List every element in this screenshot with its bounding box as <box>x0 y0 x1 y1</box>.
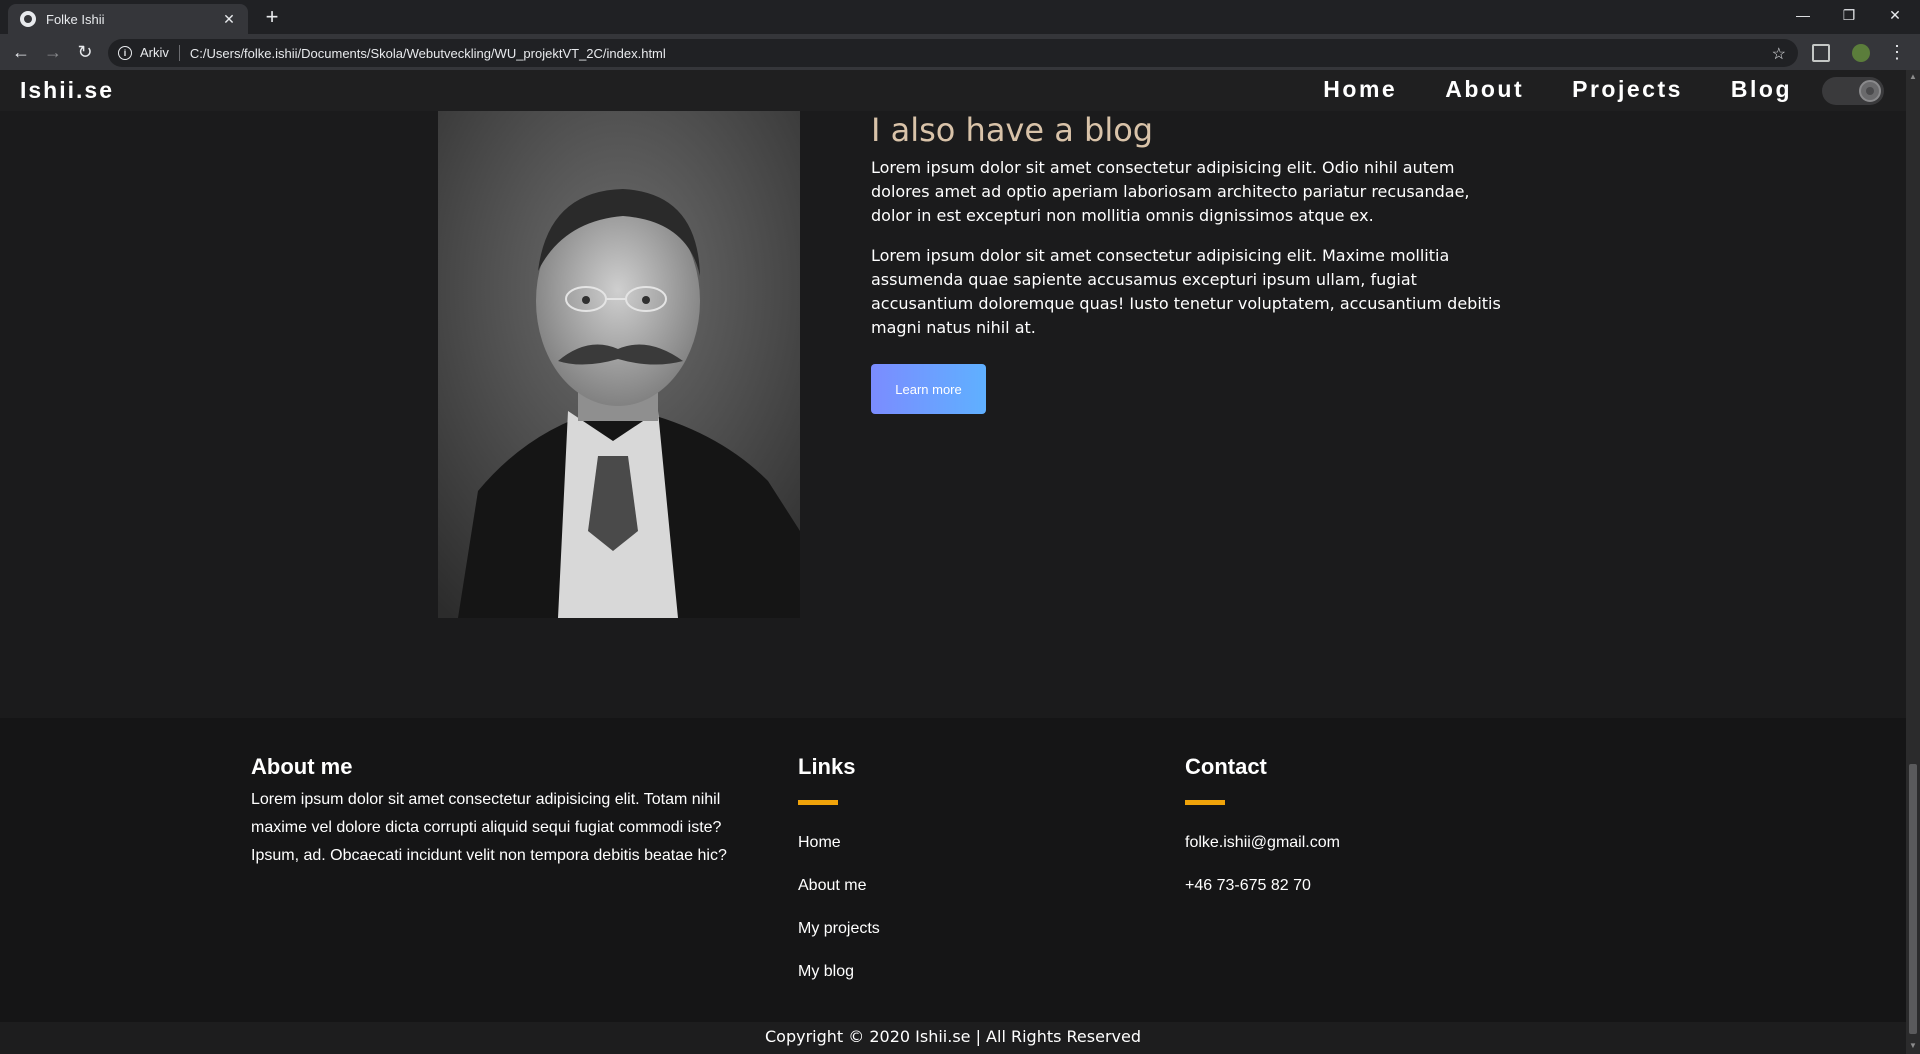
site-logo[interactable]: Ishii.se <box>20 77 114 104</box>
footer-contact-accent-bar <box>1185 800 1225 805</box>
tab-title: Folke Ishii <box>46 11 105 27</box>
reload-button[interactable]: ↻ <box>74 41 96 63</box>
new-tab-button[interactable]: + <box>260 5 284 29</box>
portrait-image <box>438 111 800 618</box>
copyright-bar: Copyright © 2020 Ishii.se | All Rights R… <box>0 1022 1906 1054</box>
copyright-text: Copyright © 2020 Ishii.se | All Rights R… <box>764 1027 1141 1046</box>
footer-link-home[interactable]: Home <box>798 834 841 852</box>
close-tab-icon[interactable]: ✕ <box>220 11 238 28</box>
footer-link-projects[interactable]: My projects <box>798 920 880 938</box>
footer-contact-heading: Contact <box>1185 754 1267 779</box>
portrait-photo <box>438 111 800 618</box>
page-scrollbar[interactable]: ▲ ▼ <box>1906 70 1920 1054</box>
nav-projects[interactable]: Projects <box>1572 76 1683 103</box>
nav-blog[interactable]: Blog <box>1731 76 1792 103</box>
footer-links-accent-bar <box>798 800 838 805</box>
nav-home[interactable]: Home <box>1323 76 1397 103</box>
scroll-up-arrow-icon[interactable]: ▲ <box>1909 72 1917 81</box>
page-viewport: Ishii.se Home About Projects Blog I also… <box>0 70 1906 1054</box>
address-bar[interactable]: i Arkiv C:/Users/folke.ishii/Documents/S… <box>108 39 1798 67</box>
learn-more-button[interactable]: Learn more <box>871 364 986 414</box>
bookmark-star-icon[interactable]: ☆ <box>1772 44 1786 64</box>
close-window-button[interactable]: ✕ <box>1872 0 1918 30</box>
footer-about-heading: About me <box>251 754 353 779</box>
file-chip[interactable]: Arkiv <box>140 45 180 61</box>
footer-email[interactable]: folke.ishii@gmail.com <box>1185 834 1340 852</box>
footer-link-about[interactable]: About me <box>798 877 866 895</box>
globe-icon <box>20 11 36 27</box>
site-navbar: Ishii.se Home About Projects Blog <box>0 70 1906 111</box>
blog-paragraph-1: Lorem ipsum dolor sit amet consectetur a… <box>871 158 1470 225</box>
footer-phone: +46 73-675 82 70 <box>1185 877 1311 894</box>
browser-toolbar: ← → ↻ i Arkiv C:/Users/folke.ishii/Docum… <box>0 34 1920 70</box>
extension-grid-icon[interactable] <box>1812 44 1830 62</box>
browser-tab[interactable]: Folke Ishii ✕ <box>8 4 248 34</box>
theme-toggle[interactable] <box>1822 77 1884 105</box>
scroll-thumb[interactable] <box>1909 764 1917 1034</box>
info-icon[interactable]: i <box>118 46 132 60</box>
footer-about-text: Lorem ipsum dolor sit amet consectetur a… <box>251 791 727 864</box>
site-nav-links: Home About Projects Blog <box>1275 76 1792 103</box>
url-text[interactable]: C:/Users/folke.ishii/Documents/Skola/Web… <box>190 46 666 61</box>
footer-links-heading: Links <box>798 754 856 779</box>
nav-about[interactable]: About <box>1445 76 1524 103</box>
toggle-knob-icon <box>1859 80 1881 102</box>
back-button[interactable]: ← <box>10 41 32 63</box>
profile-avatar-icon[interactable] <box>1852 44 1870 62</box>
restore-window-button[interactable]: ❐ <box>1826 0 1872 30</box>
forward-button[interactable]: → <box>42 41 64 63</box>
blog-heading: I also have a blog <box>871 111 1154 149</box>
footer-link-blog[interactable]: My blog <box>798 963 854 981</box>
blog-paragraph-2: Lorem ipsum dolor sit amet consectetur a… <box>871 246 1501 337</box>
site-footer: About me Lorem ipsum dolor sit amet cons… <box>0 718 1906 1022</box>
scroll-down-arrow-icon[interactable]: ▼ <box>1909 1041 1917 1050</box>
browser-tabstrip: Folke Ishii ✕ + — ❐ ✕ <box>0 0 1920 34</box>
browser-menu-icon[interactable]: ⋮ <box>1886 41 1908 63</box>
minimize-window-button[interactable]: — <box>1780 0 1826 30</box>
